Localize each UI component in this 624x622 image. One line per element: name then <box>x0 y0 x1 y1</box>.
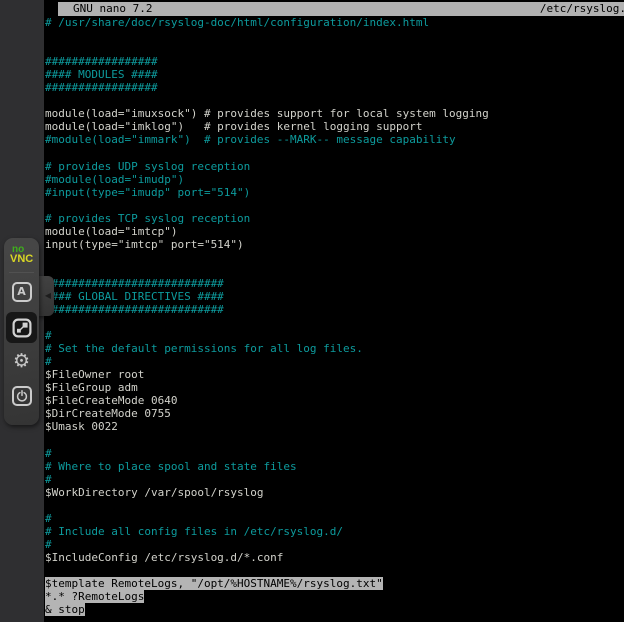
terminal-line: *.* ?RemoteLogs <box>45 590 624 603</box>
terminal-line: # <box>45 512 624 525</box>
terminal-line: ################# <box>45 81 624 94</box>
terminal-line <box>45 251 624 264</box>
terminal-line: $DirCreateMode 0755 <box>45 407 624 420</box>
terminal-line: #### MODULES #### <box>45 68 624 81</box>
gear-icon: ⚙ <box>13 352 30 371</box>
terminal-line: ########################### <box>45 303 624 316</box>
keyboard-button[interactable]: A <box>8 278 35 305</box>
terminal-line <box>45 434 624 447</box>
terminal-line: # <box>45 355 624 368</box>
terminal-line <box>45 146 624 159</box>
vnc-screen: ◀ no VNC A ⚙ <box>0 0 624 622</box>
terminal-line <box>45 499 624 512</box>
terminal-screen[interactable]: GNU nano 7.2 /etc/rsyslog. # /usr/share/… <box>44 0 624 622</box>
terminal-line: $FileCreateMode 0640 <box>45 394 624 407</box>
terminal-line: # <box>45 447 624 460</box>
terminal-line <box>45 564 624 577</box>
terminal-line: # Where to place spool and state files <box>45 460 624 473</box>
terminal-line <box>45 42 624 55</box>
terminal-line: input(type="imtcp" port="514") <box>45 238 624 251</box>
terminal-line: # <box>45 538 624 551</box>
terminal-line: $template RemoteLogs, "/opt/%HOSTNAME%/r… <box>45 577 624 590</box>
terminal-line: #### GLOBAL DIRECTIVES #### <box>45 290 624 303</box>
terminal-line: $WorkDirectory /var/spool/rsyslog <box>45 486 624 499</box>
terminal-line: # <box>45 329 624 342</box>
terminal-line: $FileOwner root <box>45 368 624 381</box>
terminal-line: $IncludeConfig /etc/rsyslog.d/*.conf <box>45 551 624 564</box>
terminal-line <box>45 94 624 107</box>
terminal-line: module(load="imuxsock") # provides suppo… <box>45 107 624 120</box>
settings-button[interactable]: ⚙ <box>8 348 35 375</box>
keyboard-icon: A <box>12 282 32 302</box>
terminal-line: #module(load="immark") # provides --MARK… <box>45 133 624 146</box>
panel-divider <box>9 272 34 273</box>
terminal-line: $Umask 0022 <box>45 420 624 433</box>
terminal-line: module(load="imklog") # provides kernel … <box>45 120 624 133</box>
terminal-line: # <box>45 473 624 486</box>
terminal-line <box>45 264 624 277</box>
terminal-line: # provides UDP syslog reception <box>45 160 624 173</box>
terminal-line: # Include all config files in /etc/rsysl… <box>45 525 624 538</box>
terminal-line: ########################### <box>45 277 624 290</box>
terminal-line <box>45 29 624 42</box>
power-icon <box>12 386 32 406</box>
chevron-left-icon: ◀ <box>45 292 51 300</box>
terminal-line: # Set the default permissions for all lo… <box>45 342 624 355</box>
novnc-control-bar: no VNC A ⚙ <box>4 238 39 425</box>
terminal-line: & stop <box>45 603 624 616</box>
novnc-logo: no VNC <box>4 238 39 265</box>
power-button[interactable] <box>8 382 35 409</box>
novnc-logo-vnc: VNC <box>10 254 39 265</box>
terminal-line <box>45 316 624 329</box>
terminal-line: # /usr/share/doc/rsyslog-doc/html/config… <box>45 16 624 29</box>
terminal-content: # /usr/share/doc/rsyslog-doc/html/config… <box>45 16 624 616</box>
terminal-line: ################# <box>45 55 624 68</box>
terminal-line <box>45 199 624 212</box>
nano-titlebar: GNU nano 7.2 /etc/rsyslog. <box>58 2 624 16</box>
terminal-line: module(load="imtcp") <box>45 225 624 238</box>
fullscreen-icon <box>12 318 32 338</box>
fullscreen-button[interactable] <box>6 312 37 343</box>
nano-filename-label: /etc/rsyslog. <box>540 2 624 16</box>
terminal-line: #module(load="imudp") <box>45 173 624 186</box>
terminal-line: #input(type="imudp" port="514") <box>45 186 624 199</box>
terminal-line: $FileGroup adm <box>45 381 624 394</box>
terminal-line: # provides TCP syslog reception <box>45 212 624 225</box>
nano-version-label: GNU nano 7.2 <box>58 2 152 16</box>
